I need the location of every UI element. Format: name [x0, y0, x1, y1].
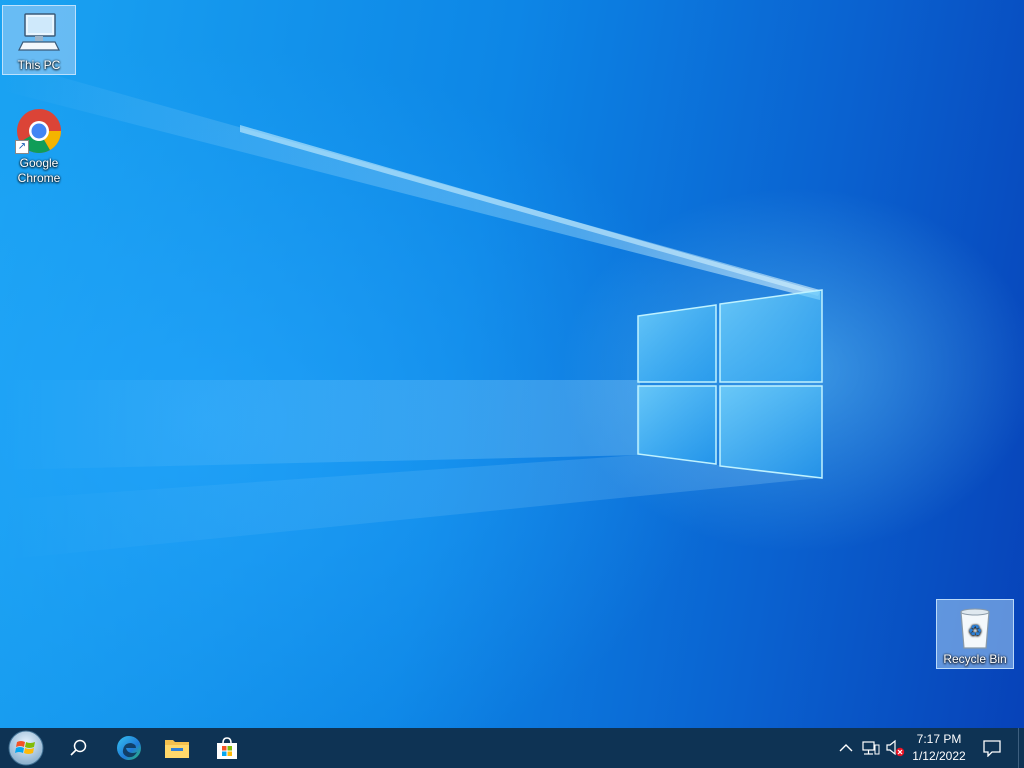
shortcut-arrow-icon: ↗ — [15, 140, 29, 154]
computer-icon — [15, 10, 63, 56]
desktop-icon-label: Recycle Bin — [943, 652, 1007, 666]
volume-muted-icon — [886, 739, 905, 757]
recycle-bin-icon: ♻ — [951, 604, 999, 650]
desktop-icon-google-chrome[interactable]: ↗ Google Chrome — [2, 104, 76, 190]
desktop-icon-this-pc[interactable]: This PC — [2, 5, 76, 75]
search-icon — [70, 739, 87, 756]
taskbar-file-explorer-button[interactable] — [153, 728, 201, 768]
wallpaper-light-beams — [0, 60, 820, 560]
windows-orb-icon — [8, 730, 44, 766]
volume-button[interactable] — [885, 738, 905, 758]
start-button[interactable] — [2, 728, 50, 768]
desktop-icon-recycle-bin[interactable]: ♻ Recycle Bin — [936, 599, 1014, 669]
folder-icon — [165, 740, 189, 758]
notification-icon — [983, 740, 1001, 757]
svg-text:♻: ♻ — [968, 621, 982, 640]
edge-icon — [117, 736, 141, 760]
store-icon — [217, 737, 237, 759]
desktop[interactable]: This PC ↗ Google Chrome ♻ Recycle Bin — [0, 0, 1024, 728]
taskbar-edge-button[interactable] — [105, 728, 153, 768]
desktop-icon-label: Google Chrome — [17, 156, 61, 185]
taskbar-clock[interactable]: 7:17 PM 1/12/2022 — [904, 731, 974, 765]
network-icon — [862, 741, 880, 755]
chrome-icon: ↗ — [15, 108, 63, 154]
windows-logo-wallpaper — [637, 289, 823, 479]
desktop-icon-label: This PC — [17, 58, 61, 72]
clock-date: 1/12/2022 — [912, 749, 966, 763]
clock-time: 7:17 PM — [916, 732, 962, 746]
show-hidden-icons-button[interactable] — [836, 738, 856, 758]
taskbar: 7:17 PM 1/12/2022 — [0, 728, 1024, 768]
network-button[interactable] — [861, 738, 881, 758]
search-button[interactable] — [55, 728, 103, 768]
chevron-up-icon — [839, 744, 853, 752]
taskbar-store-button[interactable] — [203, 728, 251, 768]
show-desktop-button[interactable] — [1018, 728, 1024, 768]
action-center-button[interactable] — [978, 728, 1006, 768]
